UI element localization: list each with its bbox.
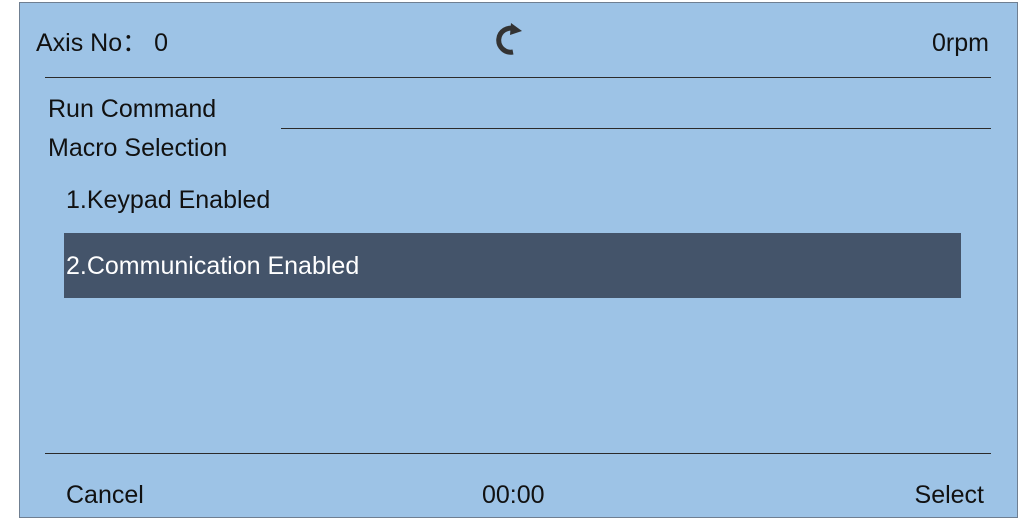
speed-readout: 0rpm: [932, 29, 989, 57]
hmi-screen: Axis No： 0 0rpm Run Command Macro Select…: [19, 2, 1018, 518]
header-divider: [45, 77, 991, 78]
menu-option-label: 2.Communication Enabled: [66, 252, 360, 280]
select-button[interactable]: Select: [915, 480, 984, 510]
menu-subtitle: Macro Selection: [48, 134, 228, 162]
footer-divider: [45, 453, 991, 454]
clockwise-rotation-icon: [496, 23, 522, 55]
timer-readout: 00:00: [482, 481, 545, 509]
menu-title: Run Command: [48, 95, 217, 123]
axis-number-label: Axis No： 0: [36, 29, 168, 57]
menu-option-keypad[interactable]: 1.Keypad Enabled: [66, 185, 270, 215]
menu-option-communication-selected[interactable]: 2.Communication Enabled: [64, 233, 961, 298]
cancel-button[interactable]: Cancel: [66, 480, 144, 510]
title-divider: [281, 128, 991, 129]
